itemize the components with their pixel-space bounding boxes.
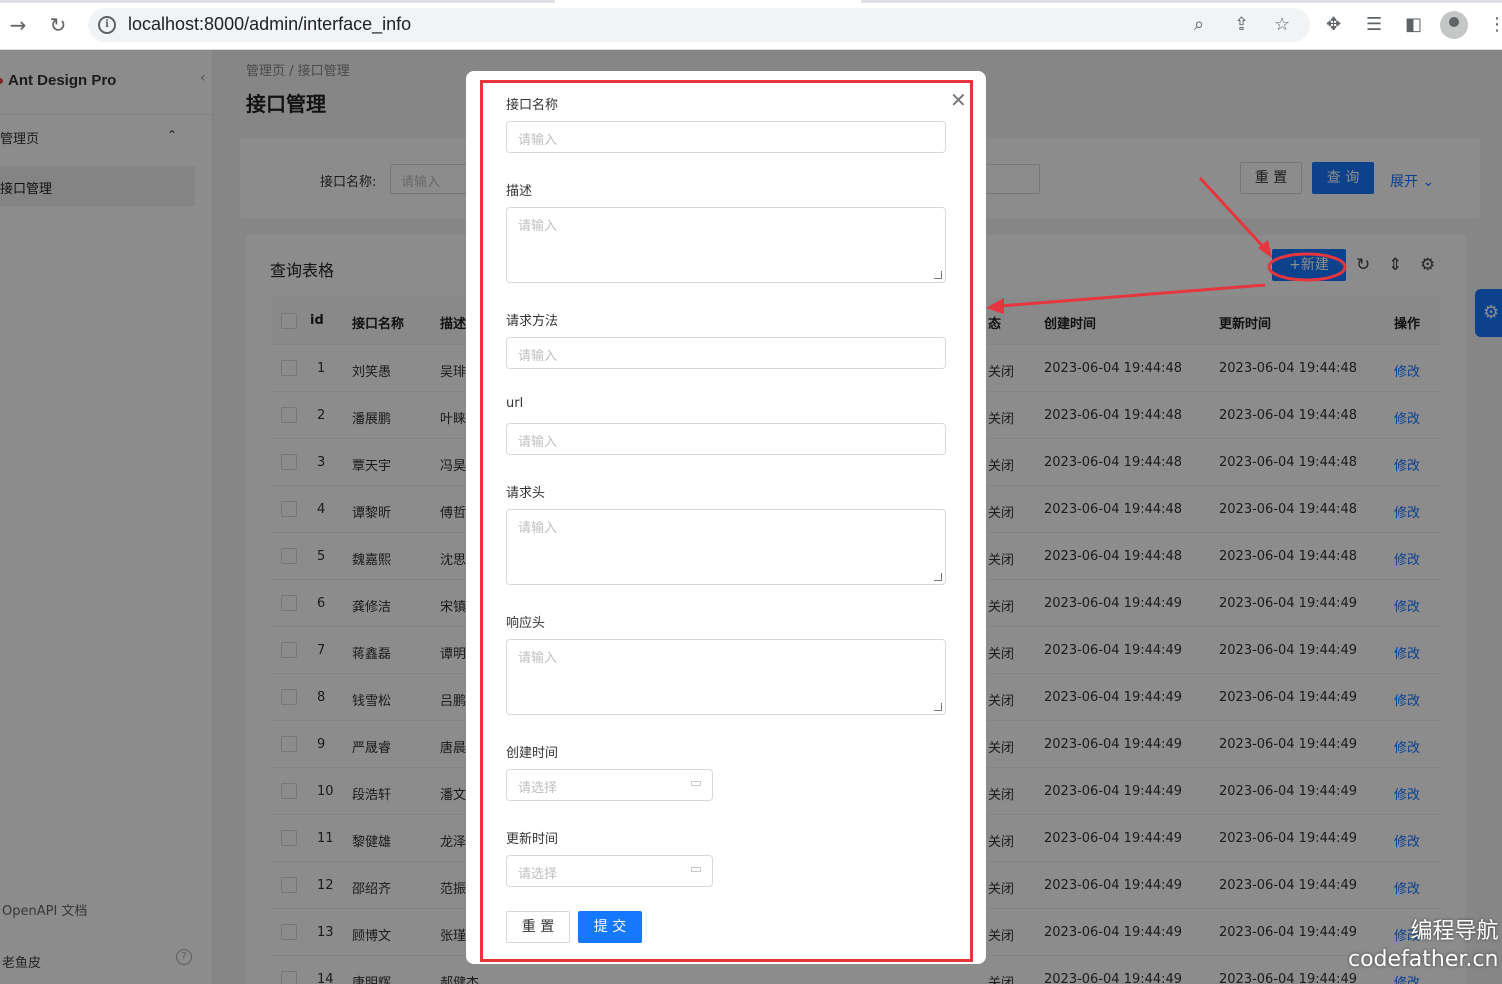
annotation-arrowhead-left — [986, 298, 1004, 314]
annotation-arrows — [986, 176, 1347, 314]
annotation-arrow-left — [999, 283, 1266, 308]
annotation-arrow-down — [1198, 176, 1270, 254]
watermark: 编程导航 codefather.cn — [1348, 918, 1498, 974]
annotation-circle — [1267, 252, 1347, 282]
watermark-line1: 编程导航 — [1410, 919, 1499, 944]
watermark-line2: codefather.cn — [1348, 947, 1499, 972]
